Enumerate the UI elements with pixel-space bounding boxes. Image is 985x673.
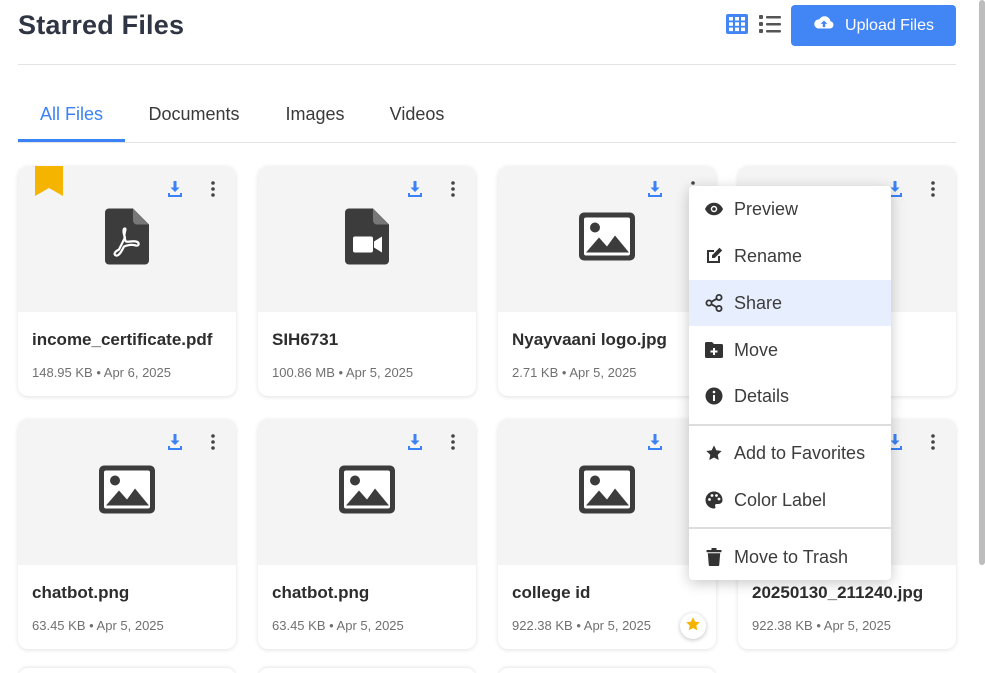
menu-item-label: Color Label — [734, 489, 827, 510]
file-thumbnail — [498, 419, 716, 565]
menu-item-share[interactable]: Share — [689, 280, 891, 326]
file-meta: 922.38 KB • Apr 5, 2025 — [512, 618, 651, 633]
grid-view-icon[interactable] — [725, 12, 749, 36]
info-icon — [705, 387, 723, 405]
file-thumbnail — [258, 419, 476, 565]
file-card[interactable]: college id 922.38 KB • Apr 5, 2025 — [498, 419, 716, 649]
cloud-upload-icon — [813, 15, 835, 36]
menu-item-label: Add to Favorites — [734, 442, 866, 463]
menu-divider — [689, 424, 891, 426]
file-card[interactable]: chatbot.png 63.45 KB • Apr 5, 2025 — [258, 419, 476, 649]
tab-images[interactable]: Images — [276, 94, 354, 142]
video-file-icon — [345, 208, 389, 270]
file-meta: 148.95 KB • Apr 6, 2025 — [32, 365, 171, 380]
file-card[interactable]: Nyayvaani logo.jpg 2.71 KB • Apr 5, 2025 — [498, 166, 716, 396]
palette-icon — [705, 491, 723, 509]
file-name: income_certificate.pdf — [32, 330, 213, 349]
file-name: chatbot.png — [32, 583, 130, 602]
file-meta: 100.86 MB • Apr 5, 2025 — [272, 365, 414, 380]
file-card[interactable]: SIH6731 100.86 MB • Apr 5, 2025 — [258, 166, 476, 396]
more-options-icon[interactable] — [925, 433, 941, 451]
menu-item-label: Move to Trash — [734, 546, 849, 567]
menu-item-label: Move — [734, 339, 779, 360]
vertical-scrollbar[interactable] — [979, 0, 985, 565]
file-type-tabs: All Files Documents Images Videos — [18, 94, 956, 143]
star-icon — [705, 444, 723, 462]
bookmark-ribbon-icon — [35, 166, 63, 201]
pdf-file-icon — [105, 208, 149, 270]
file-meta: 2.71 KB • Apr 5, 2025 — [512, 365, 637, 380]
more-options-icon[interactable] — [205, 180, 221, 198]
eye-icon — [705, 200, 723, 218]
file-name: SIH6731 — [272, 330, 339, 349]
download-icon[interactable] — [407, 434, 423, 450]
star-icon — [685, 616, 701, 637]
image-icon — [579, 465, 635, 519]
list-view-icon[interactable] — [758, 12, 782, 36]
download-icon[interactable] — [167, 181, 183, 197]
image-icon — [579, 212, 635, 266]
menu-item-label: Share — [734, 292, 783, 313]
image-icon — [339, 465, 395, 519]
file-thumbnail — [258, 166, 476, 312]
upload-files-label: Upload Files — [845, 16, 934, 34]
file-card[interactable]: chatbot.png 63.45 KB • Apr 5, 2025 — [18, 419, 236, 649]
menu-item-details[interactable]: Details — [689, 373, 891, 419]
menu-item-add-to-favorites[interactable]: Add to Favorites — [689, 430, 891, 476]
tab-videos[interactable]: Videos — [382, 94, 452, 142]
starred-badge[interactable] — [680, 613, 706, 639]
file-name: college id — [512, 583, 591, 602]
file-context-menu: Preview Rename Share Move Details Add to… — [689, 186, 891, 580]
menu-item-color-label[interactable]: Color Label — [689, 477, 891, 523]
file-name: Nyayvaani logo.jpg — [512, 330, 667, 349]
menu-item-label: Rename — [734, 245, 803, 266]
download-icon[interactable] — [647, 434, 663, 450]
file-card-partial[interactable] — [258, 668, 476, 673]
image-icon — [99, 465, 155, 519]
menu-item-preview[interactable]: Preview — [689, 186, 891, 232]
more-options-icon[interactable] — [205, 433, 221, 451]
menu-item-move-to-trash[interactable]: Move to Trash — [689, 534, 891, 580]
trash-icon — [705, 548, 723, 566]
file-meta: 63.45 KB • Apr 5, 2025 — [32, 618, 164, 633]
tab-all-files[interactable]: All Files — [18, 94, 125, 142]
page-title: Starred Files — [18, 10, 185, 40]
file-card-partial[interactable] — [498, 668, 716, 673]
file-meta: 922.38 KB • Apr 5, 2025 — [752, 618, 891, 633]
upload-files-button[interactable]: Upload Files — [791, 5, 956, 46]
share-icon — [705, 294, 723, 312]
page-header: Starred Files Upload Files — [18, 0, 956, 65]
download-icon[interactable] — [647, 181, 663, 197]
menu-divider — [689, 527, 891, 529]
file-card-partial[interactable] — [18, 668, 236, 673]
menu-item-rename[interactable]: Rename — [689, 233, 891, 279]
download-icon[interactable] — [167, 434, 183, 450]
file-card[interactable]: income_certificate.pdf 148.95 KB • Apr 6… — [18, 166, 236, 396]
more-options-icon[interactable] — [925, 180, 941, 198]
menu-item-move[interactable]: Move — [689, 327, 891, 373]
menu-item-label: Preview — [734, 198, 799, 219]
edit-icon — [705, 247, 723, 265]
folder-plus-icon — [705, 341, 723, 359]
menu-item-label: Details — [734, 385, 790, 406]
file-thumbnail — [18, 419, 236, 565]
file-name: 20250130_211240.jpg — [752, 583, 924, 602]
file-thumbnail — [498, 166, 716, 312]
more-options-icon[interactable] — [445, 180, 461, 198]
download-icon[interactable] — [407, 181, 423, 197]
file-meta: 63.45 KB • Apr 5, 2025 — [272, 618, 404, 633]
file-name: chatbot.png — [272, 583, 370, 602]
more-options-icon[interactable] — [445, 433, 461, 451]
tab-documents[interactable]: Documents — [140, 94, 248, 142]
